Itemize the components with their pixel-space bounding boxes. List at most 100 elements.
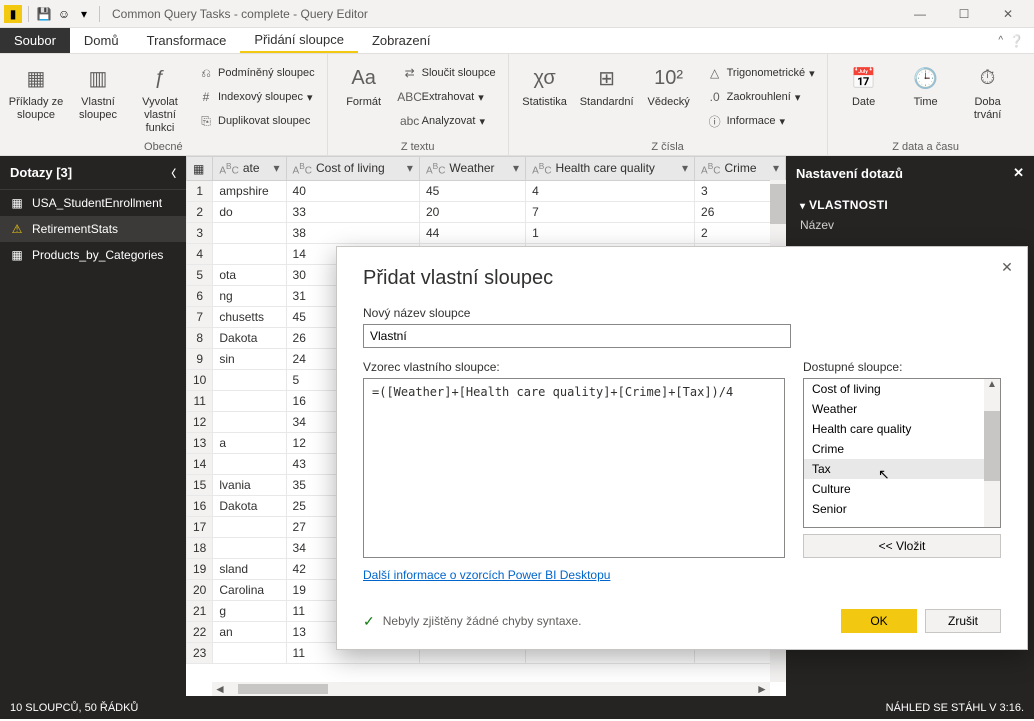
available-column-item[interactable]: Culture <box>804 479 1000 499</box>
cell[interactable]: Carolina <box>213 580 286 601</box>
row-number[interactable]: 17 <box>187 517 213 538</box>
column-header[interactable]: ABCWeather▾ <box>419 157 525 181</box>
row-number[interactable]: 2 <box>187 202 213 223</box>
available-column-item[interactable]: Health care quality <box>804 419 1000 439</box>
cell[interactable]: 1 <box>526 223 695 244</box>
custom-column-button[interactable]: ▥Vlastní sloupec <box>70 58 126 122</box>
row-number[interactable]: 3 <box>187 223 213 244</box>
cell[interactable]: 38 <box>286 223 419 244</box>
analyze-button[interactable]: abcAnalyzovat▾ <box>398 110 500 132</box>
row-number[interactable]: 7 <box>187 307 213 328</box>
row-number[interactable]: 13 <box>187 433 213 454</box>
row-number[interactable]: 16 <box>187 496 213 517</box>
row-number[interactable]: 12 <box>187 412 213 433</box>
row-number[interactable]: 4 <box>187 244 213 265</box>
column-header[interactable]: ABCate▾ <box>213 157 286 181</box>
cell[interactable]: an <box>213 622 286 643</box>
cell[interactable] <box>213 454 286 475</box>
row-number[interactable]: 11 <box>187 391 213 412</box>
chevron-left-icon[interactable]: 〈 <box>166 165 176 180</box>
cell[interactable]: a <box>213 433 286 454</box>
cell[interactable]: 40 <box>286 181 419 202</box>
chevron-down-icon[interactable]: ▾ <box>800 201 805 212</box>
close-button[interactable]: ✕ <box>986 0 1030 28</box>
conditional-column-button[interactable]: ⎌Podmíněný sloupec <box>194 62 319 84</box>
cell[interactable] <box>213 391 286 412</box>
query-item[interactable]: ▦Products_by_Categories <box>0 242 186 268</box>
row-number[interactable]: 1 <box>187 181 213 202</box>
save-icon[interactable]: 💾 <box>35 5 53 23</box>
cell[interactable] <box>213 370 286 391</box>
qat-dropdown-icon[interactable]: ▾ <box>75 5 93 23</box>
cell[interactable] <box>213 244 286 265</box>
cell[interactable]: do <box>213 202 286 223</box>
cell[interactable]: chusetts <box>213 307 286 328</box>
row-number[interactable]: 20 <box>187 580 213 601</box>
rounding-button[interactable]: .0Zaokrouhlení▾ <box>703 86 819 108</box>
information-button[interactable]: ⓘInformace▾ <box>703 110 819 132</box>
column-header[interactable]: ABCCost of living▾ <box>286 157 419 181</box>
date-button[interactable]: 📅Date <box>836 58 892 109</box>
row-number[interactable]: 18 <box>187 538 213 559</box>
menu-file[interactable]: Soubor <box>0 28 70 53</box>
cell[interactable]: ota <box>213 265 286 286</box>
scientific-button[interactable]: 10²Vědecký <box>641 58 697 109</box>
row-number[interactable]: 23 <box>187 643 213 664</box>
duration-button[interactable]: ⏱Doba trvání <box>960 58 1016 122</box>
row-number[interactable]: 22 <box>187 622 213 643</box>
available-column-item[interactable]: Tax <box>804 459 1000 479</box>
row-number[interactable]: 10 <box>187 370 213 391</box>
cell[interactable]: ampshire <box>213 181 286 202</box>
list-scrollbar[interactable]: ▲ <box>984 379 1000 527</box>
maximize-button[interactable]: ☐ <box>942 0 986 28</box>
cell[interactable] <box>213 223 286 244</box>
cell[interactable]: sland <box>213 559 286 580</box>
smiley-icon[interactable]: ☺ <box>55 5 73 23</box>
cell[interactable]: sin <box>213 349 286 370</box>
learn-more-link[interactable]: Další informace o vzorcích Power BI Desk… <box>363 568 785 582</box>
time-button[interactable]: 🕒Time <box>898 58 954 109</box>
corner-cell[interactable]: ▦ <box>187 157 213 181</box>
duplicate-column-button[interactable]: ⎘Duplikovat sloupec <box>194 110 319 132</box>
help-icon[interactable]: ❔ <box>1009 34 1024 48</box>
row-number[interactable]: 14 <box>187 454 213 475</box>
row-number[interactable]: 21 <box>187 601 213 622</box>
cell[interactable]: Dakota <box>213 496 286 517</box>
cell[interactable]: g <box>213 601 286 622</box>
cancel-button[interactable]: Zrušit <box>925 609 1001 633</box>
menu-view[interactable]: Zobrazení <box>358 28 445 53</box>
menu-transform[interactable]: Transformace <box>133 28 241 53</box>
row-number[interactable]: 6 <box>187 286 213 307</box>
scroll-right-icon[interactable]: ► <box>754 682 770 696</box>
available-column-item[interactable]: Cost of living <box>804 379 1000 399</box>
cell[interactable]: ng <box>213 286 286 307</box>
chevron-up-icon[interactable]: ^ <box>998 35 1003 46</box>
menu-home[interactable]: Domů <box>70 28 133 53</box>
ok-button[interactable]: OK <box>841 609 917 633</box>
cell[interactable]: 44 <box>419 223 525 244</box>
examples-from-column-button[interactable]: ▦Příklady ze sloupce <box>8 58 64 122</box>
cell[interactable]: 45 <box>419 181 525 202</box>
formula-input[interactable]: =([Weather]+[Health care quality]+[Crime… <box>363 378 785 558</box>
trigonometric-button[interactable]: △Trigonometrické▾ <box>703 62 819 84</box>
index-column-button[interactable]: #Indexový sloupec▾ <box>194 86 319 108</box>
new-column-name-input[interactable] <box>363 324 791 348</box>
cell[interactable] <box>213 517 286 538</box>
row-number[interactable]: 15 <box>187 475 213 496</box>
row-number[interactable]: 9 <box>187 349 213 370</box>
cell[interactable]: lvania <box>213 475 286 496</box>
dialog-close-button[interactable]: ✕ <box>993 253 1021 281</box>
invoke-function-button[interactable]: ƒVyvolat vlastní funkci <box>132 58 188 135</box>
cell[interactable]: 7 <box>526 202 695 223</box>
menu-add-column[interactable]: Přidání sloupce <box>240 28 358 53</box>
cell[interactable]: Dakota <box>213 328 286 349</box>
cell[interactable] <box>213 412 286 433</box>
row-number[interactable]: 5 <box>187 265 213 286</box>
cell[interactable]: 4 <box>526 181 695 202</box>
column-header[interactable]: ABCHealth care quality▾ <box>526 157 695 181</box>
close-icon[interactable]: ✕ <box>1013 165 1024 181</box>
cell[interactable]: 33 <box>286 202 419 223</box>
available-column-item[interactable]: Crime <box>804 439 1000 459</box>
cell[interactable] <box>213 538 286 559</box>
column-header[interactable]: ABCCrime▾ <box>695 157 786 181</box>
